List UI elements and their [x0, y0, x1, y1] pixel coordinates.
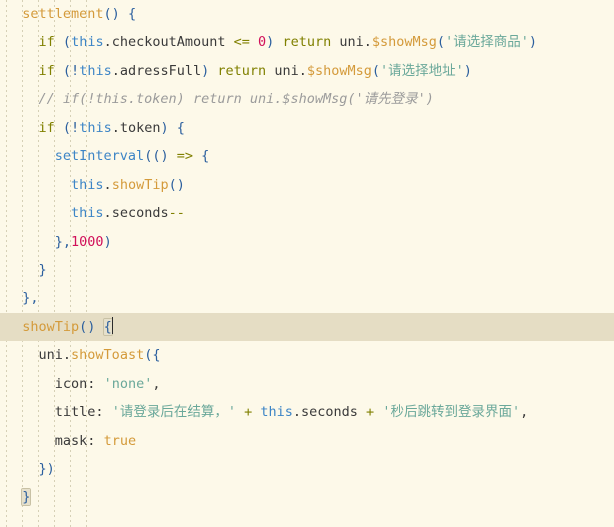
paren-close: ): [463, 62, 472, 79]
parens: (): [168, 176, 185, 193]
string-literal: '请选择地址': [380, 62, 464, 79]
code-line[interactable]: title: '请登录后在结算，' + this.seconds + '秒后跳转…: [0, 398, 614, 426]
keyword-return: return: [282, 34, 332, 51]
code-line[interactable]: setInterval(() => {: [0, 142, 614, 170]
method-showtip: showTip: [111, 176, 169, 193]
paren-close: ): [528, 34, 537, 51]
text-cursor: [111, 316, 113, 334]
paren-open-not: (!: [62, 62, 80, 79]
code-line[interactable]: if (!this.token) {: [0, 114, 614, 142]
code-line[interactable]: }): [0, 455, 614, 483]
uni-object: uni: [339, 34, 364, 51]
keyword-if: if: [38, 119, 55, 136]
object-key-icon: icon:: [54, 375, 96, 392]
dot: .: [103, 205, 112, 222]
operator-lte: <=: [225, 34, 259, 51]
code-line[interactable]: }: [0, 256, 614, 284]
code-line[interactable]: icon: 'none',: [0, 370, 614, 398]
code-line[interactable]: uni.showToast({: [0, 341, 614, 369]
paren-open: (: [62, 34, 72, 51]
close-brace-comma: },: [22, 290, 39, 307]
code-line[interactable]: this.showTip(): [0, 171, 614, 199]
string-literal: '请选择商品': [445, 34, 529, 51]
property-access: .token: [111, 119, 161, 136]
paren-close: ): [103, 233, 112, 250]
method-showtoast: showToast: [71, 347, 145, 364]
code-lines[interactable]: settlement() { if (this.checkoutAmount <…: [0, 0, 614, 512]
code-line[interactable]: // if(!this.token) return uni.$showMsg('…: [0, 85, 614, 113]
this-keyword: this: [260, 404, 293, 421]
code-editor[interactable]: settlement() { if (this.checkoutAmount <…: [0, 0, 614, 527]
dot: .: [298, 62, 307, 79]
this-keyword: this: [71, 34, 104, 51]
close-object-paren: }): [38, 461, 55, 477]
close-brace-comma: },: [54, 233, 72, 250]
object-key-mask: mask:: [54, 432, 96, 449]
number-literal: 0: [258, 34, 267, 51]
uni-object: uni: [38, 347, 63, 364]
property-access: .checkoutAmount: [103, 34, 226, 51]
parens: (): [103, 6, 120, 22]
code-line[interactable]: }: [0, 483, 614, 511]
method-showmsg: $showMsg: [306, 62, 372, 79]
comma: ,: [520, 404, 529, 421]
code-line[interactable]: mask: true: [0, 427, 614, 455]
keyword-if: if: [38, 62, 55, 79]
paren-object-open: ({: [144, 347, 161, 364]
dot: .: [292, 404, 302, 421]
comma: ,: [152, 375, 161, 392]
property-seconds: seconds: [111, 205, 169, 222]
code-line[interactable]: if (this.checkoutAmount <= 0) return uni…: [0, 28, 614, 56]
string-literal-prefix: '请登录后在结算，': [111, 404, 236, 421]
uni-object: uni: [274, 62, 299, 79]
function-name: settlement: [22, 6, 104, 22]
method-showmsg: $showMsg: [371, 34, 437, 51]
code-line[interactable]: if (!this.adressFull) return uni.$showMs…: [0, 57, 614, 85]
close-brace: }: [38, 261, 47, 278]
paren-args: ((): [144, 148, 169, 165]
dot: .: [363, 34, 372, 51]
open-brace: {: [127, 6, 137, 22]
code-line-current[interactable]: showTip() {: [0, 312, 614, 342]
keyword-if: if: [38, 34, 55, 51]
dot: .: [62, 347, 72, 364]
string-literal: 'none': [103, 375, 153, 392]
open-brace: {: [176, 119, 185, 136]
object-key-title: title:: [54, 404, 104, 421]
paren-open-not: (!: [62, 119, 80, 136]
decrement-operator: --: [168, 205, 185, 222]
plus-operator: +: [357, 404, 383, 421]
function-setinterval: setInterval: [54, 148, 145, 165]
paren-close: ): [160, 119, 169, 136]
open-brace: {: [201, 148, 210, 165]
parens: (): [79, 318, 96, 335]
this-keyword: this: [71, 205, 104, 222]
number-literal: 1000: [71, 233, 104, 250]
code-line[interactable]: },1000): [0, 228, 614, 256]
code-line[interactable]: settlement() {: [0, 0, 614, 28]
property-seconds: seconds: [301, 404, 358, 421]
dot: .: [103, 176, 112, 193]
string-literal-suffix: '秒后跳转到登录界面': [382, 404, 521, 421]
line-comment: // if(!this.token) return uni.$showMsg('…: [38, 91, 434, 108]
boolean-literal: true: [103, 432, 137, 449]
function-name-showtip: showTip: [22, 318, 80, 335]
this-keyword: this: [71, 176, 104, 193]
this-keyword: this: [79, 119, 112, 136]
this-keyword: this: [79, 62, 112, 79]
brace-match-highlight: }: [22, 489, 31, 506]
property-access: .adressFull: [111, 62, 202, 79]
paren-open: (: [371, 62, 381, 79]
brace-match-highlight: {: [103, 318, 112, 335]
code-line[interactable]: },: [0, 284, 614, 312]
keyword-return: return: [217, 62, 267, 79]
paren-open: (: [436, 34, 446, 51]
arrow-operator: =>: [168, 148, 202, 165]
code-line[interactable]: this.seconds--: [0, 199, 614, 227]
plus-operator: +: [235, 404, 261, 421]
